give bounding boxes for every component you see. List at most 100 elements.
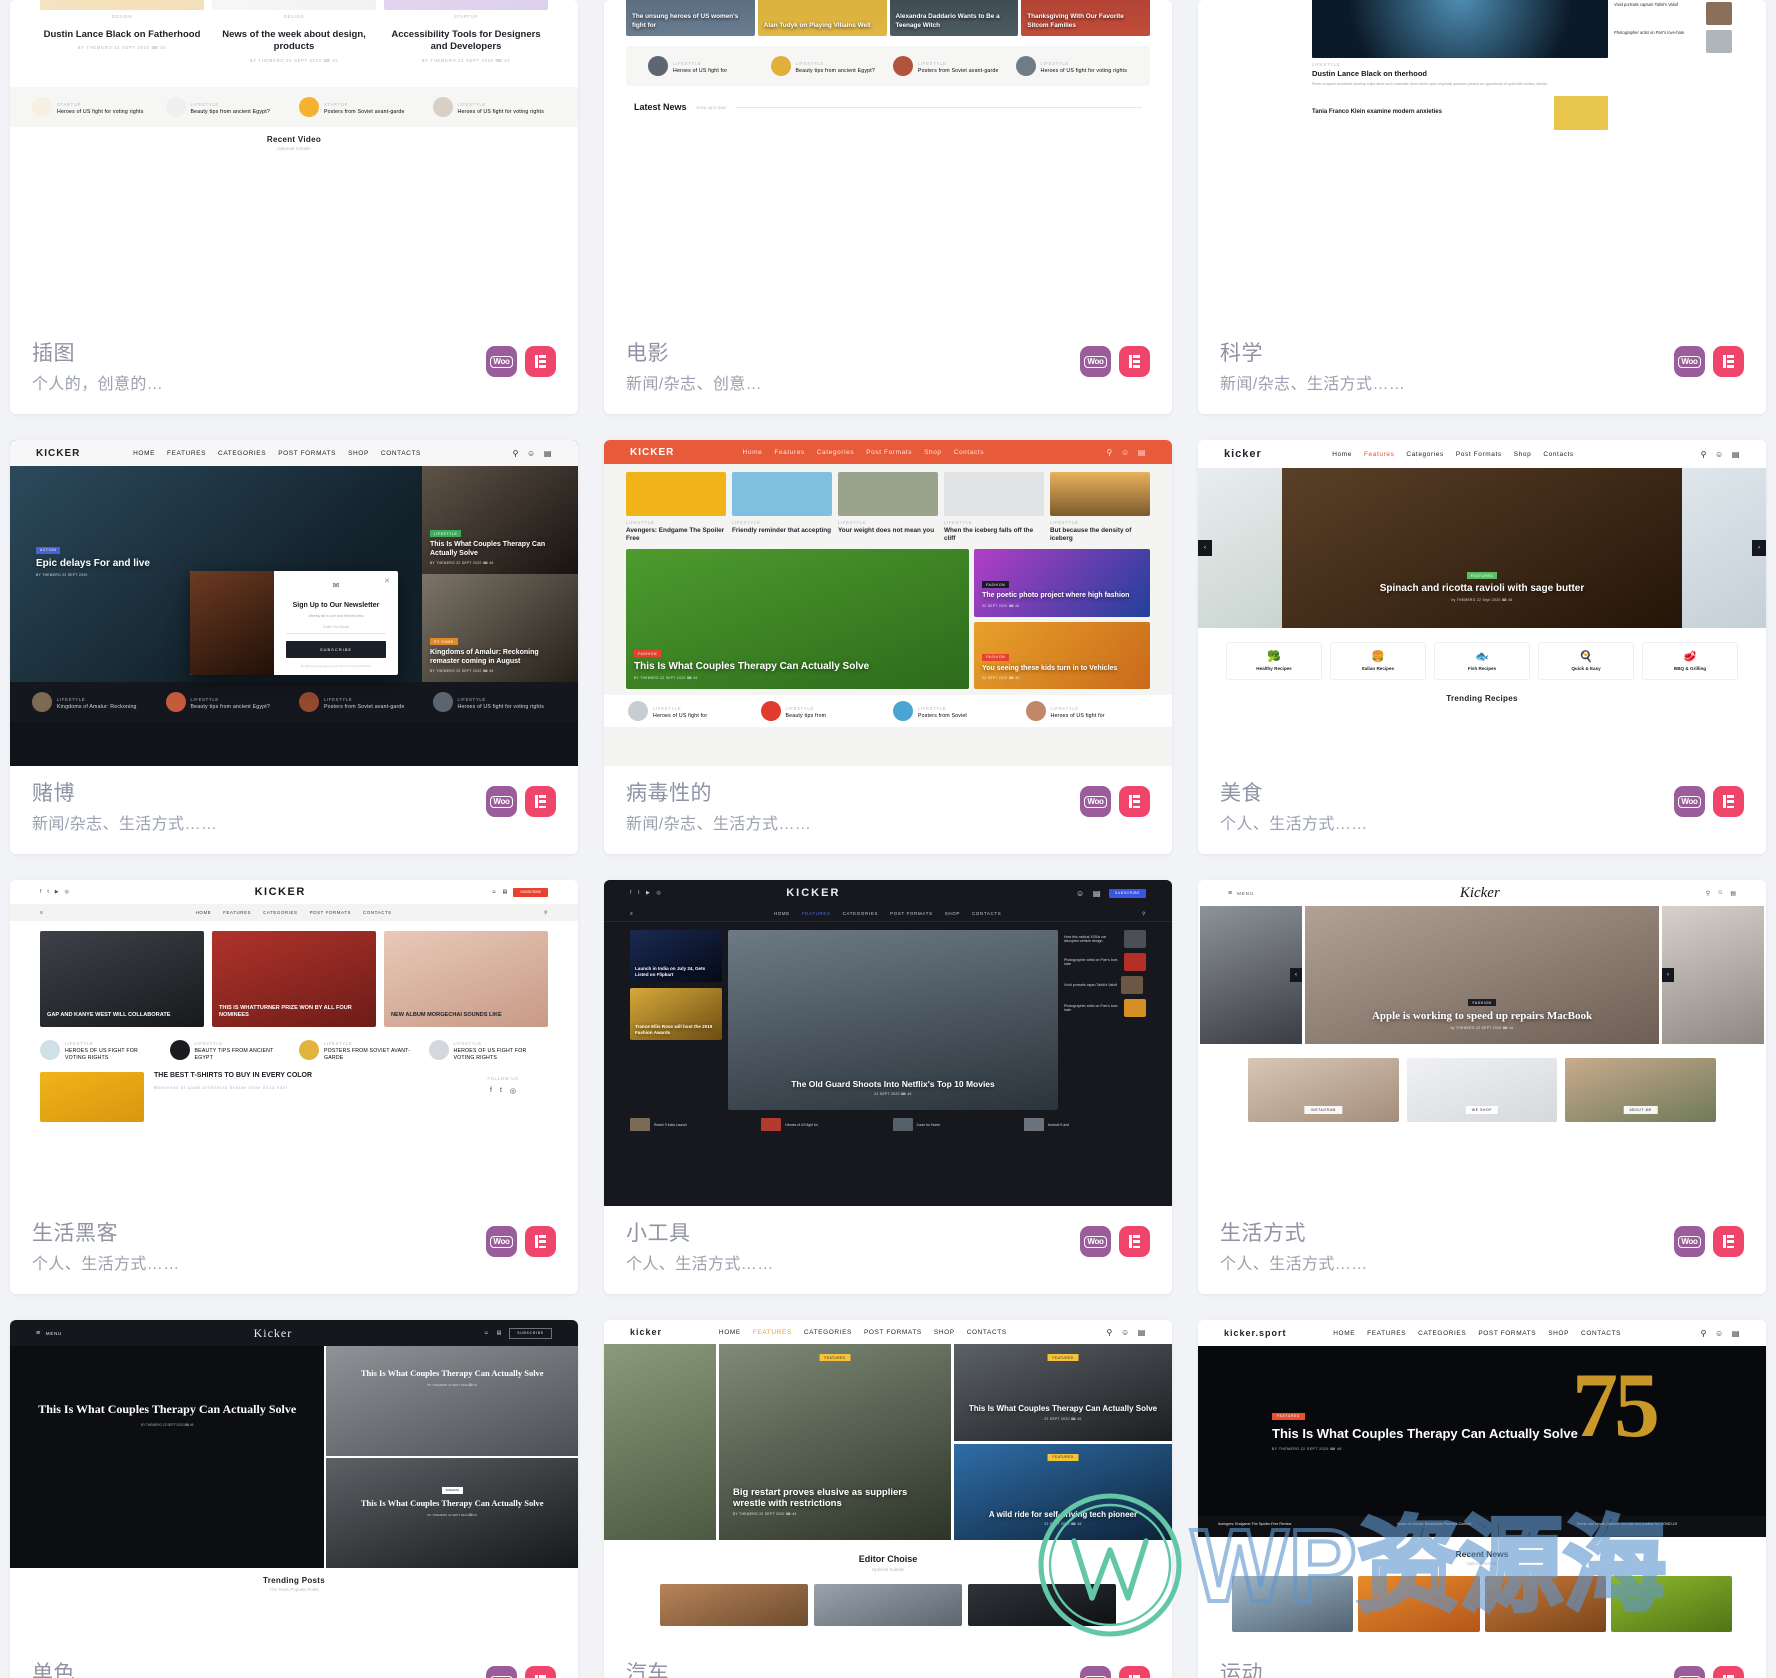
subscribe-button[interactable]: SUBSCRIBE [286, 640, 386, 658]
demo-card-lifestyle[interactable]: ≡ MENU Kicker ⚲ ☺ ▤ ‹ FASHION Apple is w… [1198, 880, 1766, 1295]
demo-preview-gadget[interactable]: f t ▶ ◎ KICKER ☺ ▤ SUBSCRIBE ≡ HOME FEAT… [604, 880, 1172, 1207]
email-input[interactable]: Enter You Email [286, 618, 386, 634]
slide-prev[interactable]: ‹ [1198, 468, 1282, 629]
slide-next[interactable]: › [1662, 906, 1764, 1045]
nav-link[interactable]: Home [1332, 451, 1352, 458]
next-arrow-icon[interactable]: › [1752, 540, 1766, 557]
woocommerce-badge[interactable]: Woo [1080, 786, 1111, 818]
demo-preview-science[interactable]: Venomous Menace Snakebite Treatments Thi… [1198, 0, 1766, 326]
newsletter-popup[interactable]: ✕ ✉ Sign Up to Our Newsletter Weekly all… [190, 570, 398, 675]
cart-icon[interactable]: ▤ [1093, 889, 1101, 898]
instagram-icon[interactable]: ◎ [65, 889, 69, 895]
account-icon[interactable]: ☺ [491, 889, 496, 895]
woocommerce-badge[interactable]: Woo [486, 1666, 517, 1678]
food-category[interactable]: 🍔 Italian Recipes [1330, 642, 1426, 681]
food-category[interactable]: 🥦 Healthy Recipes [1226, 642, 1322, 681]
menu-label[interactable]: MENU [1237, 891, 1254, 896]
demo-card-lifehack[interactable]: f t ▶ ◎ KICKER ☺ ▤ SUBSCRIBE ≡ HOME FEAT… [10, 880, 578, 1295]
demo-preview-mono[interactable]: ≡ MENU Kicker ☺ ▤ SUBSCRIBE This Is What… [10, 1320, 578, 1647]
topbar-right[interactable]: ⚲ ☺ ▤ [1706, 890, 1736, 897]
subscribe-button[interactable]: SUBSCRIBE [1108, 888, 1146, 898]
menu-label[interactable]: MENU [46, 1331, 62, 1336]
woocommerce-badge[interactable]: Woo [1674, 346, 1705, 377]
elementor-badge[interactable] [1119, 1666, 1150, 1678]
woocommerce-badge[interactable]: Woo [1674, 1226, 1705, 1258]
woocommerce-badge[interactable]: Woo [1080, 1666, 1111, 1678]
nav-links[interactable]: Home Features Categories Post Formats Sh… [743, 449, 985, 456]
demo-card-viral[interactable]: KICKER Home Features Categories Post For… [604, 440, 1172, 855]
nav-link[interactable]: FEATURES [1367, 1330, 1406, 1337]
gadget-menubar[interactable]: ≡ HOME FEATURES CATEGORIES POST FORMATS … [604, 906, 1172, 923]
demo-card-gambling[interactable]: KICKER HOME FEATURES CATEGORIES POST FOR… [10, 440, 578, 855]
nav-link[interactable]: FEATURES [223, 910, 251, 915]
nav-link[interactable]: CONTACTS [381, 450, 421, 457]
nav-link[interactable]: Post Formats [866, 449, 912, 456]
nav-link[interactable]: CONTACTS [1581, 1330, 1621, 1337]
woocommerce-badge[interactable]: Woo [486, 346, 517, 377]
cart-icon[interactable]: ▤ [1138, 1328, 1146, 1337]
prev-arrow-icon[interactable]: ‹ [1290, 968, 1302, 983]
demo-preview-movie[interactable]: LIFESTYLE The unsung heroes of US women'… [604, 0, 1172, 326]
close-icon[interactable]: ✕ [384, 577, 390, 585]
lifehack-menubar[interactable]: ≡ HOME FEATURES CATEGORIES POST FORMATS … [10, 904, 578, 922]
nav-link[interactable]: HOME [774, 911, 790, 916]
nav-link[interactable]: POST FORMATS [890, 911, 933, 916]
viral-navbar[interactable]: KICKER Home Features Categories Post For… [604, 440, 1172, 465]
twitter-icon[interactable]: t [500, 1087, 502, 1095]
food-category[interactable]: 🐟 Fish Recipes [1434, 642, 1530, 681]
cart-icon[interactable]: ▤ [1138, 448, 1146, 457]
nav-link[interactable]: HOME [1333, 1330, 1355, 1337]
nav-links[interactable]: Home Features Categories Post Formats Sh… [1332, 451, 1574, 458]
search-icon[interactable]: ⚲ [1706, 890, 1710, 897]
demo-preview-viral[interactable]: KICKER Home Features Categories Post For… [604, 440, 1172, 767]
twitter-icon[interactable]: t [47, 889, 48, 895]
demo-card-movie[interactable]: LIFESTYLE The unsung heroes of US women'… [604, 0, 1172, 415]
facebook-icon[interactable]: f [40, 889, 41, 895]
account-icon[interactable]: ☺ [1715, 1329, 1724, 1338]
elementor-badge[interactable] [1713, 1226, 1744, 1258]
youtube-icon[interactable]: ▶ [646, 890, 650, 896]
elementor-badge[interactable] [1119, 1226, 1150, 1258]
account-icon[interactable]: ☺ [1121, 448, 1130, 457]
elementor-badge[interactable] [525, 1226, 556, 1258]
woocommerce-badge[interactable]: Woo [1674, 786, 1705, 818]
nav-link[interactable]: CONTACTS [967, 1329, 1007, 1336]
nav-link[interactable]: FEATURES [167, 450, 206, 457]
nav-tools[interactable]: ⚲ ☺ ▤ [1107, 448, 1146, 457]
nav-link[interactable]: Categories [1406, 451, 1443, 458]
elementor-badge[interactable] [1713, 786, 1744, 818]
lifestyle-card[interactable]: ABOUT ME [1565, 1058, 1717, 1123]
demo-preview-auto[interactable]: kicker HOME FEATURES CATEGORIES POST FOR… [604, 1320, 1172, 1647]
nav-link[interactable]: SHOP [945, 911, 960, 916]
nav-tools[interactable]: ⚲ ☺ ▤ [513, 449, 552, 458]
nav-links[interactable]: HOME FEATURES CATEGORIES POST FORMATS SH… [719, 1329, 1007, 1336]
subscribe-button[interactable]: SUBSCRIBE [509, 1327, 552, 1339]
woocommerce-badge[interactable]: Woo [1080, 346, 1111, 377]
nav-link[interactable]: SHOP [934, 1329, 955, 1336]
nav-link[interactable]: Shop [1514, 451, 1532, 458]
nav-link[interactable]: CONTACTS [972, 911, 1001, 916]
nav-link[interactable]: Shop [924, 449, 942, 456]
demo-preview-food[interactable]: kicker Home Features Categories Post For… [1198, 440, 1766, 767]
twitter-icon[interactable]: t [638, 890, 640, 896]
nav-link[interactable]: CONTACTS [363, 910, 392, 915]
search-icon[interactable]: ⚲ [1142, 911, 1146, 917]
elementor-badge[interactable] [525, 346, 556, 377]
cart-icon[interactable]: ▤ [497, 1330, 503, 1336]
woocommerce-badge[interactable]: Woo [486, 786, 517, 818]
slide-prev[interactable]: ‹ [1200, 906, 1302, 1045]
nav-tools[interactable]: ⚲ ☺ ▤ [1107, 1328, 1146, 1337]
nav-links[interactable]: HOME FEATURES CATEGORIES POST FORMATS SH… [133, 450, 421, 457]
demo-card-gadget[interactable]: f t ▶ ◎ KICKER ☺ ▤ SUBSCRIBE ≡ HOME FEAT… [604, 880, 1172, 1295]
search-icon[interactable]: ⚲ [1107, 1328, 1113, 1337]
demo-preview-lifehack[interactable]: f t ▶ ◎ KICKER ☺ ▤ SUBSCRIBE ≡ HOME FEAT… [10, 880, 578, 1207]
food-slider[interactable]: ‹ FEATURED Spinach and ricotta ravioli w… [1198, 468, 1766, 629]
cart-icon[interactable]: ▤ [1732, 450, 1740, 459]
lifestyle-slider[interactable]: ‹ FASHION Apple is working to speed up r… [1198, 906, 1766, 1045]
nav-link[interactable]: HOME [133, 450, 155, 457]
demo-card-food[interactable]: kicker Home Features Categories Post For… [1198, 440, 1766, 855]
gambling-navbar[interactable]: KICKER HOME FEATURES CATEGORIES POST FOR… [10, 440, 578, 467]
elementor-badge[interactable] [1713, 1666, 1744, 1678]
food-navbar[interactable]: kicker Home Features Categories Post For… [1198, 440, 1766, 469]
nav-link[interactable]: Features [1364, 451, 1394, 458]
